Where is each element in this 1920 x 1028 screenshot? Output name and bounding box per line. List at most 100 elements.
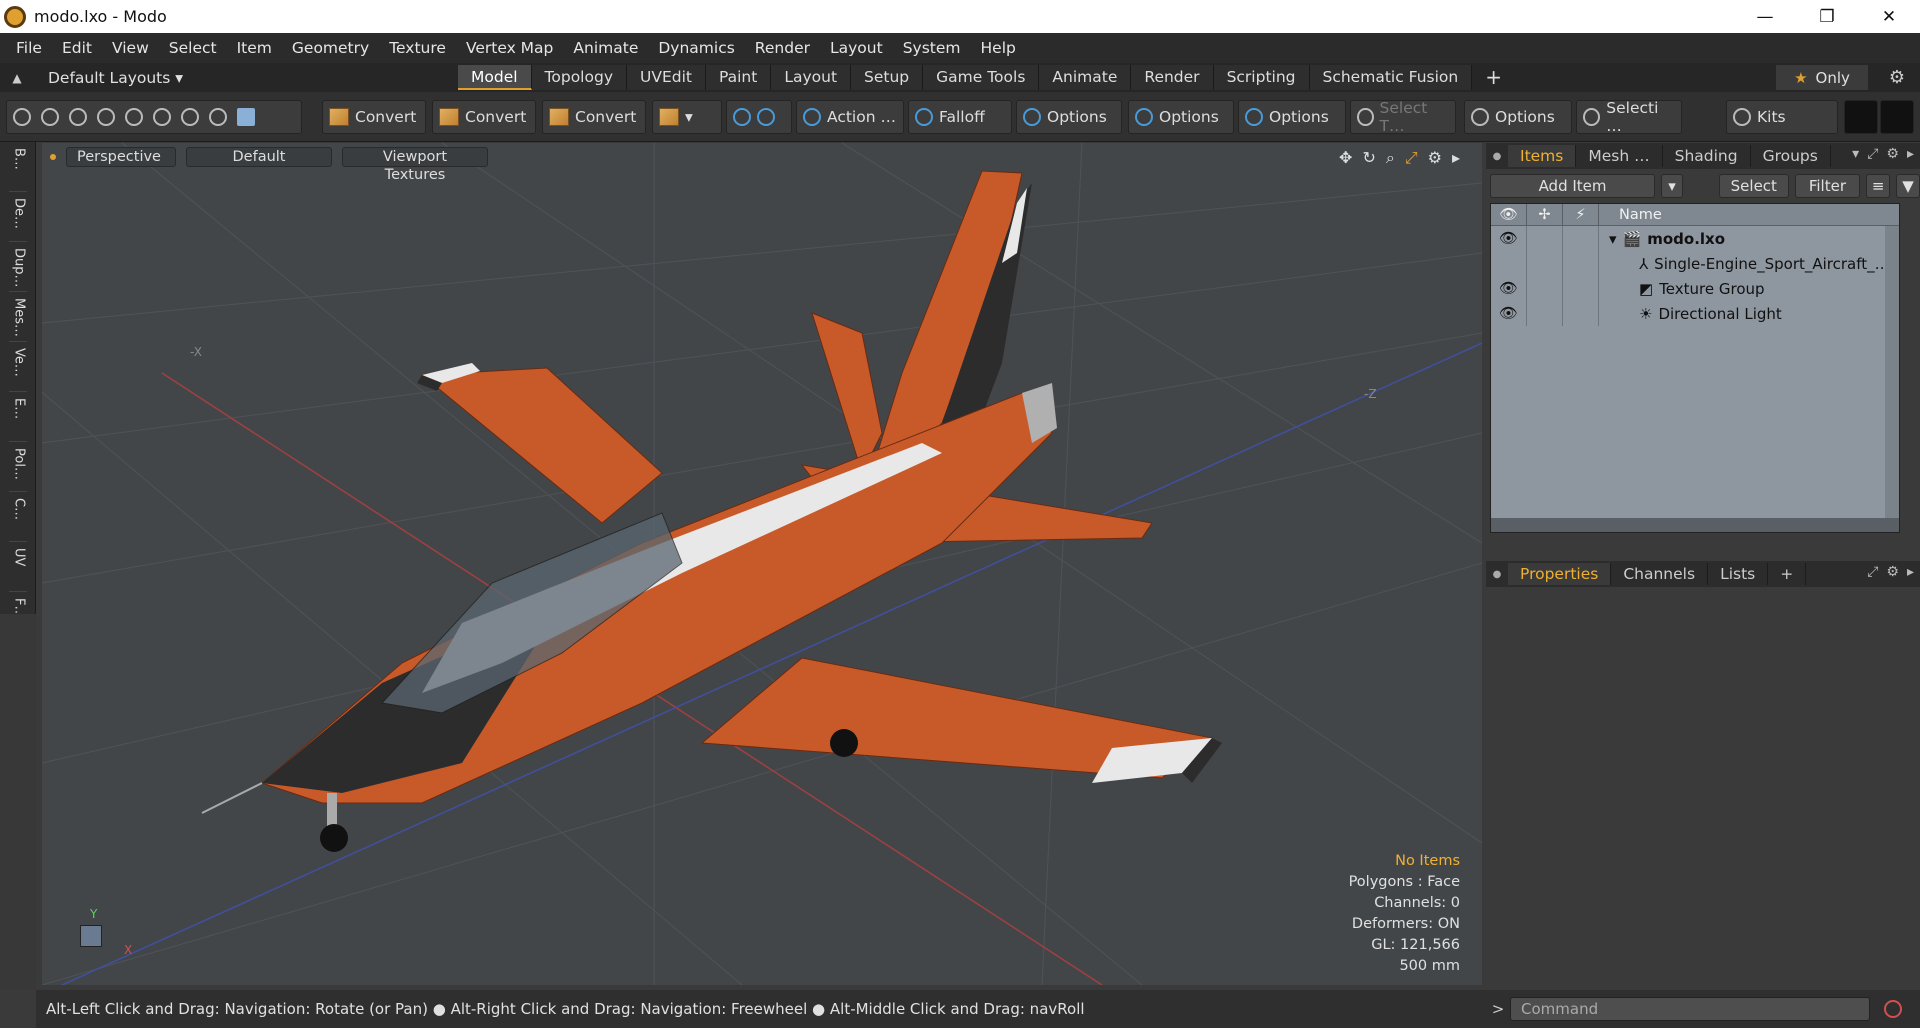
- list-options-icon[interactable]: ≡: [1866, 174, 1891, 198]
- material-icon[interactable]: [181, 108, 199, 126]
- view-type-dropdown[interactable]: Perspective: [66, 147, 176, 167]
- tab-channels[interactable]: Channels: [1611, 563, 1709, 585]
- shading-dropdown[interactable]: Default: [186, 147, 332, 167]
- close-button[interactable]: ✕: [1858, 0, 1920, 33]
- convert-button-2[interactable]: Convert: [432, 100, 536, 134]
- expand-triangle-icon[interactable]: ▾: [1609, 230, 1617, 248]
- filter-button[interactable]: Filter: [1794, 174, 1861, 198]
- select-through-button[interactable]: Select T…: [1350, 99, 1456, 135]
- menu-view[interactable]: View: [102, 39, 159, 57]
- funnel-icon[interactable]: ▼: [1896, 174, 1920, 198]
- tree-row[interactable]: ⅄ Single-Engine_Sport_Aircraft_…: [1491, 251, 1899, 276]
- vertex-mode-icon[interactable]: [13, 108, 31, 126]
- menu-item[interactable]: Item: [227, 39, 282, 57]
- tab-uvedit[interactable]: UVEdit: [627, 65, 706, 90]
- panel-gear-icon[interactable]: ⚙: [1886, 564, 1899, 580]
- 3d-viewport[interactable]: Perspective Default Viewport Textures ✥ …: [42, 143, 1482, 985]
- unity-icon[interactable]: [1844, 100, 1878, 134]
- restore-button[interactable]: ❐: [1796, 0, 1858, 33]
- tab-mesh[interactable]: Mesh …: [1576, 145, 1663, 167]
- transform-options-button[interactable]: Options: [1238, 100, 1346, 134]
- viewport-gear-icon[interactable]: ⚙: [1428, 148, 1442, 168]
- tab-animate[interactable]: Animate: [1039, 65, 1132, 90]
- add-tab-button[interactable]: +: [1472, 65, 1515, 90]
- menu-render[interactable]: Render: [745, 39, 820, 57]
- maximize-icon[interactable]: ⤢: [1867, 564, 1878, 580]
- tab-items[interactable]: Items: [1508, 145, 1577, 167]
- solid-icon[interactable]: [237, 108, 255, 126]
- tree-row[interactable]: 👁 ◩ Texture Group: [1491, 276, 1899, 301]
- name-column-header[interactable]: Name: [1599, 207, 1662, 223]
- tree-row[interactable]: 👁 ▾ 🎬 modo.lxo: [1491, 226, 1899, 251]
- polygon-mode-icon[interactable]: [209, 108, 227, 126]
- strip-tab[interactable]: Pol…: [8, 448, 27, 492]
- tab-game-tools[interactable]: Game Tools: [923, 65, 1040, 90]
- menu-system[interactable]: System: [893, 39, 971, 57]
- tab-schematic-fusion[interactable]: Schematic Fusion: [1309, 65, 1473, 90]
- menu-file[interactable]: File: [6, 39, 52, 57]
- tab-model[interactable]: Model: [458, 65, 532, 90]
- action-center-button[interactable]: Action …: [796, 100, 904, 134]
- strip-tab[interactable]: Dup…: [8, 248, 27, 292]
- gear-icon[interactable]: ⚙: [1882, 65, 1912, 90]
- tab-groups[interactable]: Groups: [1751, 145, 1831, 167]
- brush-icon[interactable]: [97, 108, 115, 126]
- record-icon[interactable]: [1884, 1000, 1902, 1018]
- tree-horizontal-scrollbar[interactable]: [1491, 518, 1899, 532]
- tab-shading[interactable]: Shading: [1663, 145, 1751, 167]
- selection-options-button[interactable]: Options: [1464, 100, 1572, 134]
- add-item-dropdown-icon[interactable]: ▾: [1661, 174, 1683, 198]
- selection-sets-button[interactable]: Selecti …: [1576, 99, 1682, 135]
- strip-tab[interactable]: Ve…: [8, 348, 27, 392]
- tree-vertical-scrollbar[interactable]: [1885, 226, 1899, 520]
- menu-animate[interactable]: Animate: [563, 39, 648, 57]
- pivot-icon[interactable]: [153, 108, 171, 126]
- viewport-textures-dropdown[interactable]: Viewport Textures: [342, 147, 488, 183]
- panel-pin-icon[interactable]: ●: [1486, 151, 1508, 162]
- strip-tab[interactable]: B…: [8, 148, 27, 192]
- convert-button-1[interactable]: Convert: [322, 100, 426, 134]
- tab-render[interactable]: Render: [1131, 65, 1214, 90]
- tab-paint[interactable]: Paint: [705, 65, 772, 90]
- zoom-icon[interactable]: ⌕: [1386, 148, 1395, 168]
- menu-layout[interactable]: Layout: [820, 39, 893, 57]
- only-toggle-button[interactable]: ★ Only: [1776, 65, 1868, 90]
- menu-dynamics[interactable]: Dynamics: [648, 39, 744, 57]
- menu-vertex-map[interactable]: Vertex Map: [456, 39, 563, 57]
- eye-icon[interactable]: 👁: [1491, 226, 1527, 251]
- collapse-arrow-icon[interactable]: ▲: [6, 71, 28, 85]
- eye-icon[interactable]: 👁: [1491, 301, 1527, 326]
- chevron-down-icon[interactable]: ▾: [1852, 146, 1859, 162]
- menu-edit[interactable]: Edit: [52, 39, 102, 57]
- maximize-icon[interactable]: ⤢: [1867, 146, 1878, 162]
- convert-button-3[interactable]: Convert: [542, 100, 646, 134]
- render-header-icon[interactable]: ⚡: [1563, 203, 1599, 226]
- cube-dropdown[interactable]: ▾: [652, 100, 722, 134]
- kits-button[interactable]: Kits: [1726, 100, 1838, 134]
- pen-icon[interactable]: [69, 108, 87, 126]
- tab-scripting[interactable]: Scripting: [1213, 65, 1310, 90]
- expand-arrow-icon[interactable]: ▸: [1907, 564, 1914, 580]
- menu-select[interactable]: Select: [159, 39, 227, 57]
- strip-tab[interactable]: C…: [8, 498, 27, 542]
- add-panel-tab-button[interactable]: +: [1768, 563, 1807, 585]
- pan-icon[interactable]: ✥: [1339, 148, 1352, 168]
- menu-help[interactable]: Help: [971, 39, 1026, 57]
- expand-arrow-icon[interactable]: ▸: [1907, 146, 1914, 162]
- strip-tab[interactable]: UV: [8, 548, 27, 592]
- menu-geometry[interactable]: Geometry: [282, 39, 379, 57]
- lock-header-icon[interactable]: ✢: [1527, 203, 1563, 226]
- snapping-options-button[interactable]: Options: [1016, 100, 1122, 134]
- strip-tab[interactable]: Mes…: [8, 298, 27, 342]
- eye-icon[interactable]: 👁: [1491, 276, 1527, 301]
- tab-layout[interactable]: Layout: [771, 65, 852, 90]
- symmetry-group[interactable]: [726, 100, 792, 134]
- tab-lists[interactable]: Lists: [1708, 563, 1769, 585]
- panel-gear-icon[interactable]: ⚙: [1886, 146, 1899, 162]
- workplane-options-button[interactable]: Options: [1128, 100, 1234, 134]
- visibility-header-eye-icon[interactable]: 👁: [1491, 203, 1527, 226]
- menu-texture[interactable]: Texture: [379, 39, 456, 57]
- edge-mode-icon[interactable]: [41, 108, 59, 126]
- command-input[interactable]: Command: [1510, 997, 1870, 1021]
- falloff-button[interactable]: Falloff: [908, 100, 1012, 134]
